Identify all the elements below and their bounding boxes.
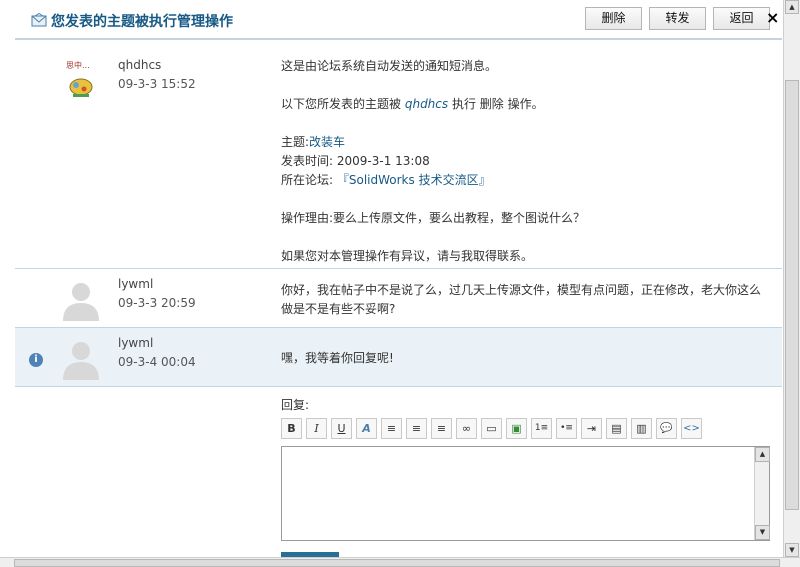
avatar bbox=[63, 283, 99, 321]
back-button[interactable]: 返回 bbox=[713, 7, 770, 30]
op-suffix: 执行 删除 操作。 bbox=[451, 97, 544, 111]
message-username[interactable]: lywml bbox=[118, 336, 153, 350]
forum-link[interactable]: 『SolidWorks 技术交流区』 bbox=[337, 173, 491, 187]
message-time: 09-3-4 00:04 bbox=[118, 355, 196, 369]
italic-icon[interactable]: I bbox=[306, 418, 327, 439]
message-username[interactable]: lywml bbox=[118, 277, 153, 291]
link-icon[interactable]: ∞ bbox=[456, 418, 477, 439]
posted-value: 2009-3-1 13:08 bbox=[336, 154, 430, 168]
subject-label: 主题: bbox=[281, 135, 310, 149]
align-center-icon[interactable]: ≡ bbox=[406, 418, 427, 439]
page-horizontal-scrollbar[interactable] bbox=[0, 557, 800, 567]
editor-scrollbar[interactable]: ▲ ▼ bbox=[754, 447, 770, 540]
bold-icon[interactable]: B bbox=[281, 418, 302, 439]
avatar: 思中... bbox=[66, 60, 93, 97]
code-icon[interactable]: <> bbox=[681, 418, 702, 439]
scroll-up-icon[interactable]: ▲ bbox=[755, 447, 770, 462]
info-icon: i bbox=[29, 353, 43, 367]
reply-textarea[interactable]: ▲ ▼ bbox=[281, 446, 770, 541]
message-line: 做是不是有些不妥啊? bbox=[281, 302, 396, 316]
unordered-list-icon[interactable]: •≡ bbox=[556, 418, 577, 439]
message-line: 操作理由:要么上传原文件，要么出教程，整个图说什么？ bbox=[281, 211, 586, 225]
message-item: i lywml 09-3-4 00:04 嘿，我等着你回复呢! bbox=[15, 328, 782, 387]
forum-label: 所在论坛: bbox=[281, 173, 334, 187]
page-title: 您发表的主题被执行管理操作 bbox=[51, 14, 233, 30]
message-line: 主题:改装车 bbox=[281, 133, 345, 150]
message-item: 思中... qhdhcs 09-3-3 15:52 这是由论坛系统自动发送的通知… bbox=[15, 42, 782, 269]
message-line: 嘿，我等着你回复呢! bbox=[281, 351, 394, 365]
op-prefix: 以下您所发表的主题被 bbox=[281, 97, 402, 111]
float-left-icon[interactable]: ▤ bbox=[606, 418, 627, 439]
message-line: 以下您所发表的主题被 qhdhcs 执行 删除 操作。 bbox=[281, 95, 544, 112]
message-line: 发表时间: 2009-3-1 13:08 bbox=[281, 152, 430, 169]
message-time: 09-3-3 15:52 bbox=[118, 77, 196, 91]
scroll-down-icon[interactable]: ▼ bbox=[785, 543, 799, 557]
scrollbar-thumb[interactable] bbox=[14, 559, 780, 567]
reply-label: 回复: bbox=[281, 398, 310, 412]
subject-link[interactable]: 改装车 bbox=[309, 135, 345, 149]
message-item: lywml 09-3-3 20:59 你好，我在帖子中不是说了么，过几天上传源文… bbox=[15, 269, 782, 328]
scroll-up-icon[interactable]: ▲ bbox=[785, 0, 799, 14]
op-actor-link[interactable]: qhdhcs bbox=[405, 97, 448, 111]
scroll-down-icon[interactable]: ▼ bbox=[755, 525, 770, 540]
message-line: 所在论坛: 『SolidWorks 技术交流区』 bbox=[281, 171, 491, 188]
delete-button[interactable]: 删除 bbox=[585, 7, 642, 30]
message-time: 09-3-3 20:59 bbox=[118, 296, 196, 310]
page-vertical-scrollbar[interactable]: ▲ ▼ bbox=[783, 0, 800, 557]
indent-icon[interactable]: ⇥ bbox=[581, 418, 602, 439]
align-right-icon[interactable]: ≡ bbox=[431, 418, 452, 439]
image-icon[interactable]: ▣ bbox=[506, 418, 527, 439]
font-color-icon[interactable]: A bbox=[356, 418, 377, 439]
close-icon[interactable]: × bbox=[766, 9, 779, 27]
message-line: 你好，我在帖子中不是说了么，过几天上传源文件，模型有点问题，正在修改，老大你这么 bbox=[281, 283, 762, 297]
scrollbar-thumb[interactable] bbox=[785, 80, 799, 510]
message-header: 您发表的主题被执行管理操作 删除 转发 返回 × bbox=[15, 0, 782, 40]
avatar bbox=[63, 342, 99, 380]
underline-icon[interactable]: U bbox=[331, 418, 352, 439]
message-username[interactable]: qhdhcs bbox=[118, 58, 161, 72]
float-right-icon[interactable]: ▥ bbox=[631, 418, 652, 439]
forward-button[interactable]: 转发 bbox=[649, 7, 706, 30]
email-icon[interactable]: ▭ bbox=[481, 418, 502, 439]
message-line: 这是由论坛系统自动发送的通知短消息。 bbox=[281, 59, 498, 73]
posted-label: 发表时间: bbox=[281, 154, 334, 168]
quote-icon[interactable]: 💬 bbox=[656, 418, 677, 439]
avatar-caption: 思中... bbox=[66, 60, 90, 70]
envelope-icon bbox=[31, 13, 47, 27]
ordered-list-icon[interactable]: 1≡ bbox=[531, 418, 552, 439]
align-left-icon[interactable]: ≡ bbox=[381, 418, 402, 439]
message-line: 如果您对本管理操作有异议，请与我取得联系。 bbox=[281, 249, 534, 263]
